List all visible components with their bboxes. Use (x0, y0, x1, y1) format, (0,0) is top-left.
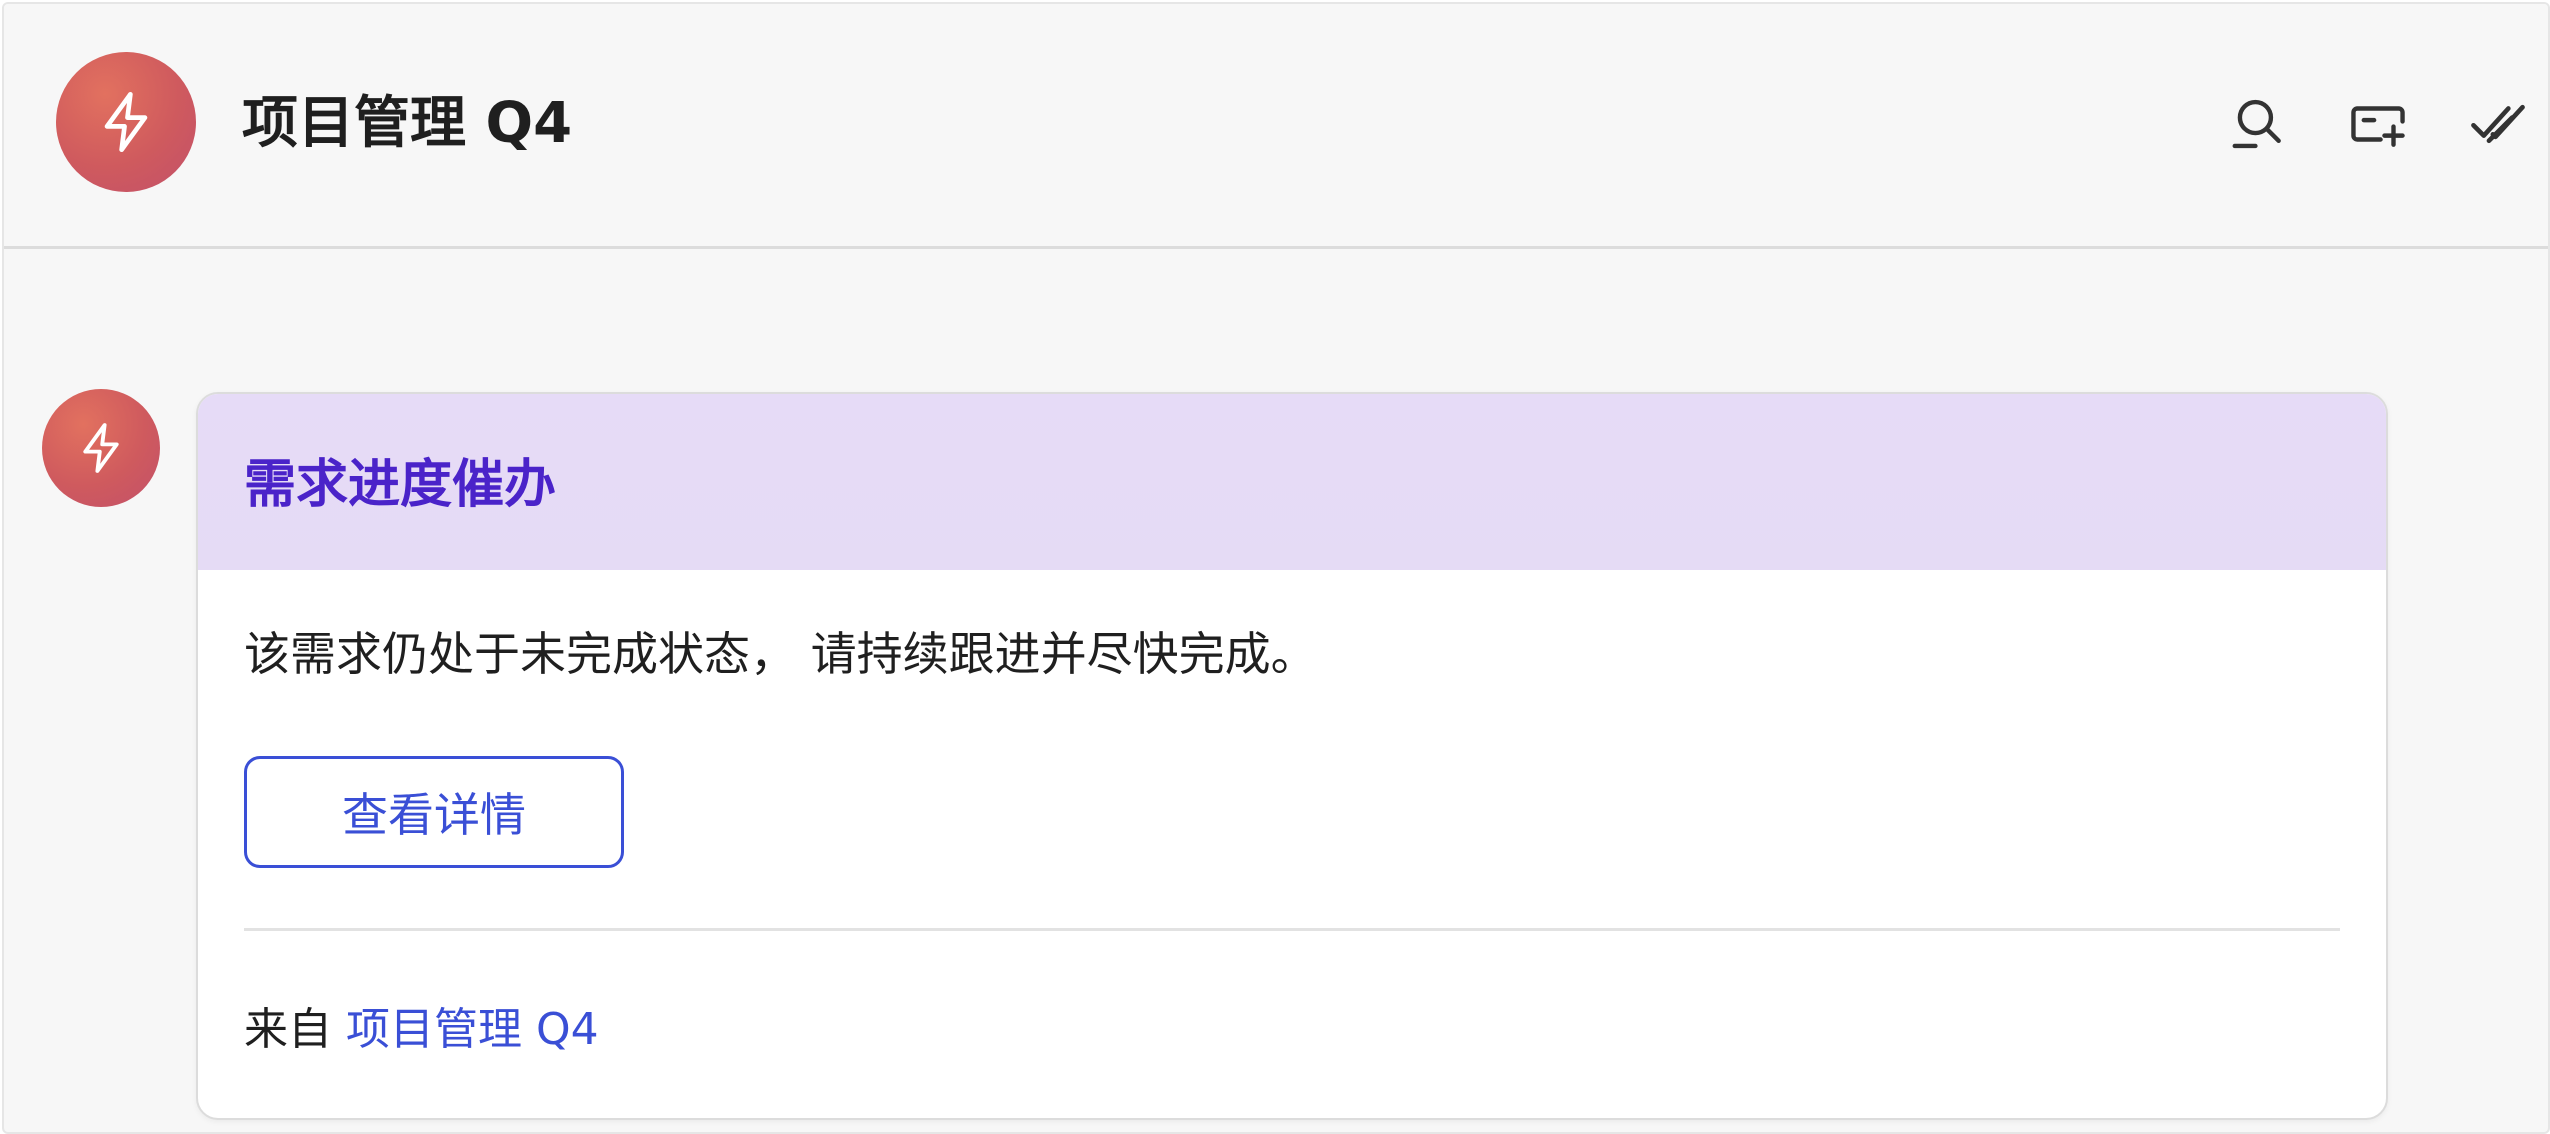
search-members-button[interactable] (2222, 90, 2294, 158)
add-card-button[interactable] (2342, 90, 2414, 158)
lightning-icon (104, 91, 148, 153)
source-prefix: 来自 (244, 1004, 332, 1055)
chat-window: 项目管理 Q4 需求进度催办 该需求仍处于未完成状态， 请持续跟进并尽快完成。 … (2, 2, 2550, 1134)
lightning-icon (83, 423, 119, 473)
header-actions (2222, 90, 2534, 158)
card-header: 需求进度催办 (198, 394, 2386, 570)
add-card-icon (2351, 106, 2405, 147)
chat-header: 项目管理 Q4 (4, 4, 2548, 249)
double-check-icon (2471, 104, 2525, 144)
group-avatar[interactable] (56, 52, 196, 192)
message-card: 需求进度催办 该需求仍处于未完成状态， 请持续跟进并尽快完成。 查看详情 来自项… (196, 392, 2388, 1120)
sender-avatar[interactable] (42, 389, 160, 507)
card-body-text: 该需求仍处于未完成状态， 请持续跟进并尽快完成。 (244, 627, 1317, 681)
page-title: 项目管理 Q4 (242, 91, 573, 156)
card-title: 需求进度催办 (244, 455, 557, 515)
card-divider (244, 928, 2340, 931)
source-link[interactable]: 项目管理 Q4 (346, 1004, 599, 1055)
mark-all-read-button[interactable] (2462, 90, 2534, 158)
search-person-icon (2232, 99, 2281, 149)
view-details-button[interactable]: 查看详情 (244, 756, 624, 868)
card-source: 来自 项目管理 Q4 (244, 998, 599, 1062)
